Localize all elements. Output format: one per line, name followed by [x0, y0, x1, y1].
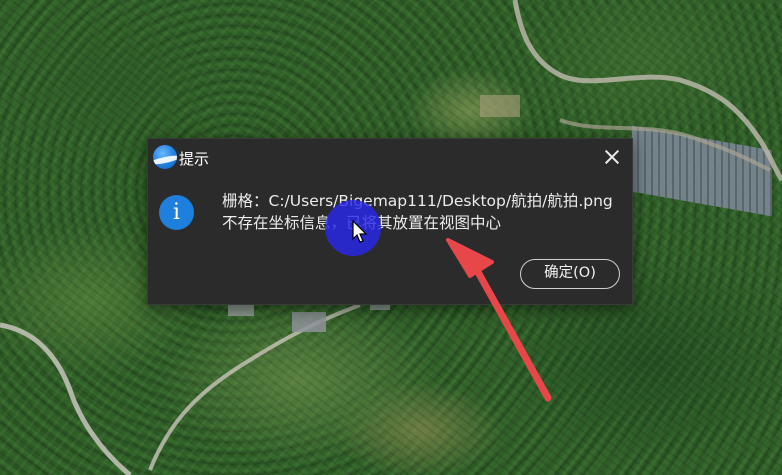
bare-field — [480, 95, 520, 117]
mouse-cursor-icon — [352, 220, 368, 243]
message-line-2: 不存在坐标信息，已将其放置在视图中心 — [222, 212, 627, 234]
app-logo-icon — [153, 145, 177, 169]
dialog-titlebar[interactable]: 提示 — [148, 139, 632, 175]
ok-button[interactable]: 确定(O) — [520, 259, 620, 289]
valley-road-left — [0, 322, 132, 475]
info-icon: i — [159, 195, 194, 230]
dialog-message: 栅格：C:/Users/Bigemap111/Desktop/航拍/航拍.png… — [222, 190, 627, 234]
close-icon[interactable] — [598, 143, 626, 171]
message-line-1: 栅格：C:/Users/Bigemap111/Desktop/航拍/航拍.png — [222, 192, 613, 210]
dialog-title: 提示 — [179, 150, 210, 168]
building — [292, 312, 326, 332]
info-dialog: 提示 i 栅格：C:/Users/Bigemap111/Desktop/航拍/航… — [147, 138, 633, 305]
village-road — [148, 303, 361, 471]
